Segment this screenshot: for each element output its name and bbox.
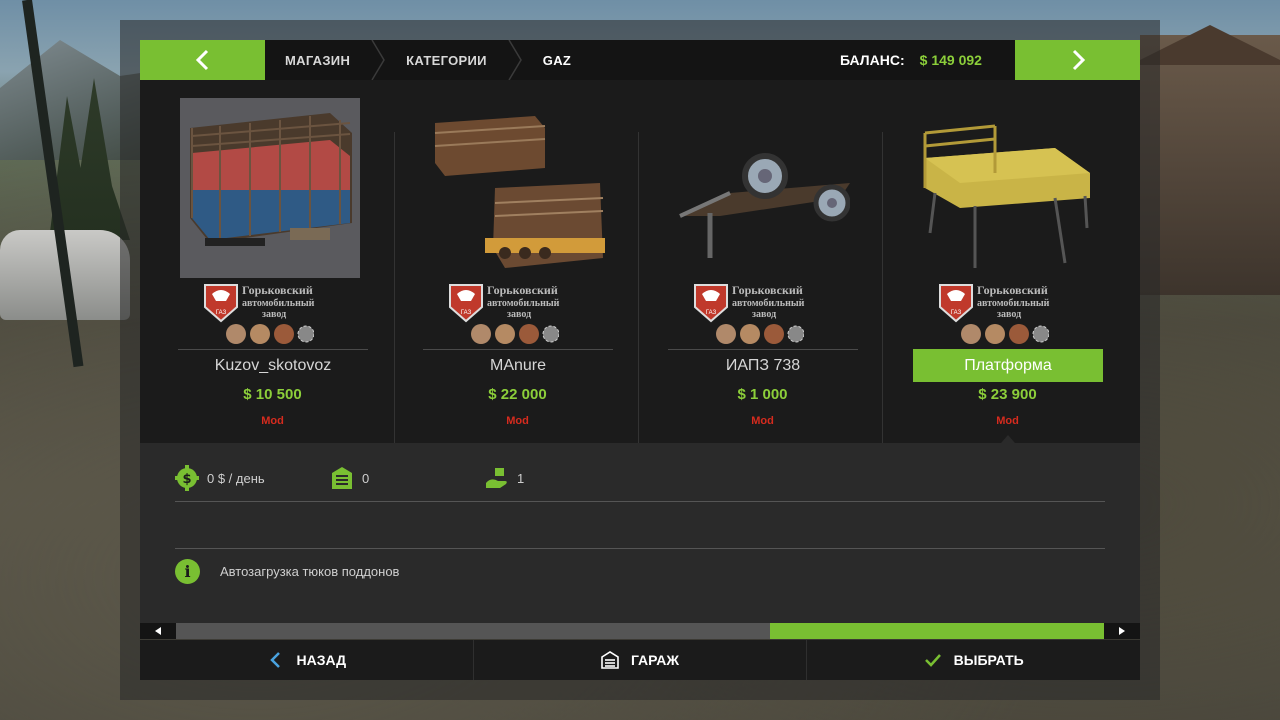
units-stat: 1 bbox=[485, 465, 524, 491]
next-category-button[interactable] bbox=[1015, 40, 1140, 80]
balance: БАЛАНС: $ 149 092 bbox=[840, 40, 982, 80]
units-value: 1 bbox=[517, 470, 525, 486]
svg-text:завод: завод bbox=[752, 309, 776, 320]
item-list: ГАЗ Горьковский автомобильный завод Kuzo… bbox=[140, 80, 1140, 477]
svg-text:Горьковский: Горьковский bbox=[977, 283, 1048, 297]
gaz-logo-icon: ГАЗ Горьковский автомобильный завод bbox=[694, 283, 805, 323]
breadcrumb-separator-icon bbox=[371, 40, 386, 80]
item-name: ИАПЗ 738 bbox=[725, 356, 801, 374]
svg-text:автомобильный: автомобильный bbox=[487, 298, 560, 309]
hand-box-icon bbox=[486, 468, 507, 488]
svg-text:автомобильный: автомобильный bbox=[977, 298, 1050, 309]
scroll-thumb[interactable] bbox=[769, 623, 1104, 639]
mod-tag: Mod bbox=[506, 415, 529, 427]
back-button[interactable]: НАЗАД bbox=[140, 640, 474, 680]
storage-shed-icon bbox=[332, 467, 352, 489]
storage-stat: 0 bbox=[330, 465, 369, 491]
item-details: $ 0 $ / день 0 1 i Автозагрузка тюков по… bbox=[140, 443, 1140, 623]
item-price: $ 1 000 bbox=[737, 386, 788, 403]
previous-category-button[interactable] bbox=[140, 40, 265, 80]
balance-label: БАЛАНС: bbox=[840, 52, 905, 68]
bottom-bar: НАЗАД ГАРАЖ ВЫБРАТЬ bbox=[140, 640, 1140, 680]
select-button[interactable]: ВЫБРАТЬ bbox=[807, 640, 1140, 680]
item-name: MAnure bbox=[489, 356, 547, 374]
garage-icon bbox=[601, 651, 619, 669]
item-price: $ 10 500 bbox=[243, 386, 302, 403]
medals-icon bbox=[226, 324, 314, 344]
background-building bbox=[1130, 25, 1280, 295]
item-price: $ 23 900 bbox=[978, 386, 1037, 403]
scroll-track[interactable] bbox=[176, 623, 1104, 639]
info-icon: i bbox=[175, 559, 200, 584]
divider bbox=[175, 501, 1105, 502]
dollar-gear-icon: $ bbox=[175, 465, 199, 491]
svg-text:ГАЗ: ГАЗ bbox=[216, 310, 227, 316]
medals-icon bbox=[716, 324, 804, 344]
livestock-body-icon bbox=[180, 98, 360, 278]
info-row: i Автозагрузка тюков поддонов bbox=[175, 559, 399, 584]
maintenance-value: 0 $ / день bbox=[207, 470, 265, 486]
svg-text:Горьковский: Горьковский bbox=[732, 283, 803, 297]
triangle-right-icon bbox=[1119, 627, 1125, 635]
balance-value: $ 149 092 bbox=[919, 52, 982, 68]
svg-text:$: $ bbox=[182, 472, 191, 487]
svg-text:автомобильный: автомобильный bbox=[732, 298, 805, 309]
horizontal-scrollbar[interactable] bbox=[140, 623, 1140, 639]
maintenance-stat: $ 0 $ / день bbox=[175, 465, 265, 491]
svg-text:завод: завод bbox=[997, 309, 1021, 320]
shop-item[interactable]: ГАЗ Горьковский автомобильный завод MAnu… bbox=[385, 80, 630, 443]
breadcrumb-current: GAZ bbox=[542, 52, 572, 68]
mod-tag: Mod bbox=[751, 415, 774, 427]
select-label: ВЫБРАТЬ bbox=[953, 652, 1024, 668]
manure-spreader-icon bbox=[434, 116, 605, 268]
scroll-right-button[interactable] bbox=[1104, 623, 1140, 639]
svg-text:автомобильный: автомобильный bbox=[242, 298, 315, 309]
svg-text:Горьковский: Горьковский bbox=[242, 283, 313, 297]
selection-caret bbox=[1001, 435, 1015, 443]
svg-text:завод: завод bbox=[507, 309, 531, 320]
trailer-chassis-icon bbox=[679, 153, 850, 258]
breadcrumb-shop[interactable]: МАГАЗИН bbox=[265, 40, 370, 80]
svg-text:ГАЗ: ГАЗ bbox=[461, 310, 472, 316]
item-price: $ 22 000 bbox=[488, 386, 547, 403]
storage-value: 0 bbox=[362, 470, 370, 486]
mod-tag: Mod bbox=[996, 415, 1019, 427]
medals-icon bbox=[961, 324, 1049, 344]
scroll-left-button[interactable] bbox=[140, 623, 176, 639]
svg-text:ГАЗ: ГАЗ bbox=[706, 310, 717, 316]
garage-label: ГАРАЖ bbox=[630, 652, 680, 668]
svg-text:Горьковский: Горьковский bbox=[487, 283, 558, 297]
garage-button[interactable]: ГАРАЖ bbox=[474, 640, 808, 680]
svg-text:завод: завод bbox=[262, 309, 286, 320]
mod-tag: Mod bbox=[261, 415, 284, 427]
shop-item[interactable]: ГАЗ Горьковский автомобильный завод ИАПЗ… bbox=[630, 80, 875, 443]
svg-text:ГАЗ: ГАЗ bbox=[951, 310, 962, 316]
gaz-logo-icon: ГАЗ Горьковский автомобильный завод bbox=[204, 283, 315, 323]
shop-item[interactable]: ГАЗ Горьковский автомобильный завод Плат… bbox=[875, 80, 1120, 443]
flatbed-platform-icon bbox=[923, 124, 1090, 268]
back-label: НАЗАД bbox=[296, 652, 347, 668]
triangle-left-icon bbox=[155, 627, 161, 635]
chevron-left-icon bbox=[269, 652, 280, 668]
checkmark-icon bbox=[924, 654, 941, 667]
shop-item[interactable]: ГАЗ Горьковский автомобильный завод Kuzo… bbox=[140, 80, 385, 443]
gaz-logo-icon: ГАЗ Горьковский автомобильный завод bbox=[449, 283, 560, 323]
chevron-right-icon bbox=[1072, 49, 1085, 71]
gaz-logo-icon: ГАЗ Горьковский автомобильный завод bbox=[939, 283, 1050, 323]
item-name: Платформа bbox=[913, 349, 1103, 382]
breadcrumb-separator-icon bbox=[508, 40, 522, 80]
breadcrumb-categories[interactable]: КАТЕГОРИИ bbox=[386, 40, 507, 80]
chevron-left-icon bbox=[195, 49, 208, 71]
info-text: Автозагрузка тюков поддонов bbox=[220, 564, 400, 579]
breadcrumb: МАГАЗИН КАТЕГОРИИ GAZ bbox=[265, 40, 591, 80]
item-name: Kuzov_skotovoz bbox=[214, 356, 332, 374]
medals-icon bbox=[471, 324, 559, 344]
divider bbox=[175, 548, 1105, 549]
